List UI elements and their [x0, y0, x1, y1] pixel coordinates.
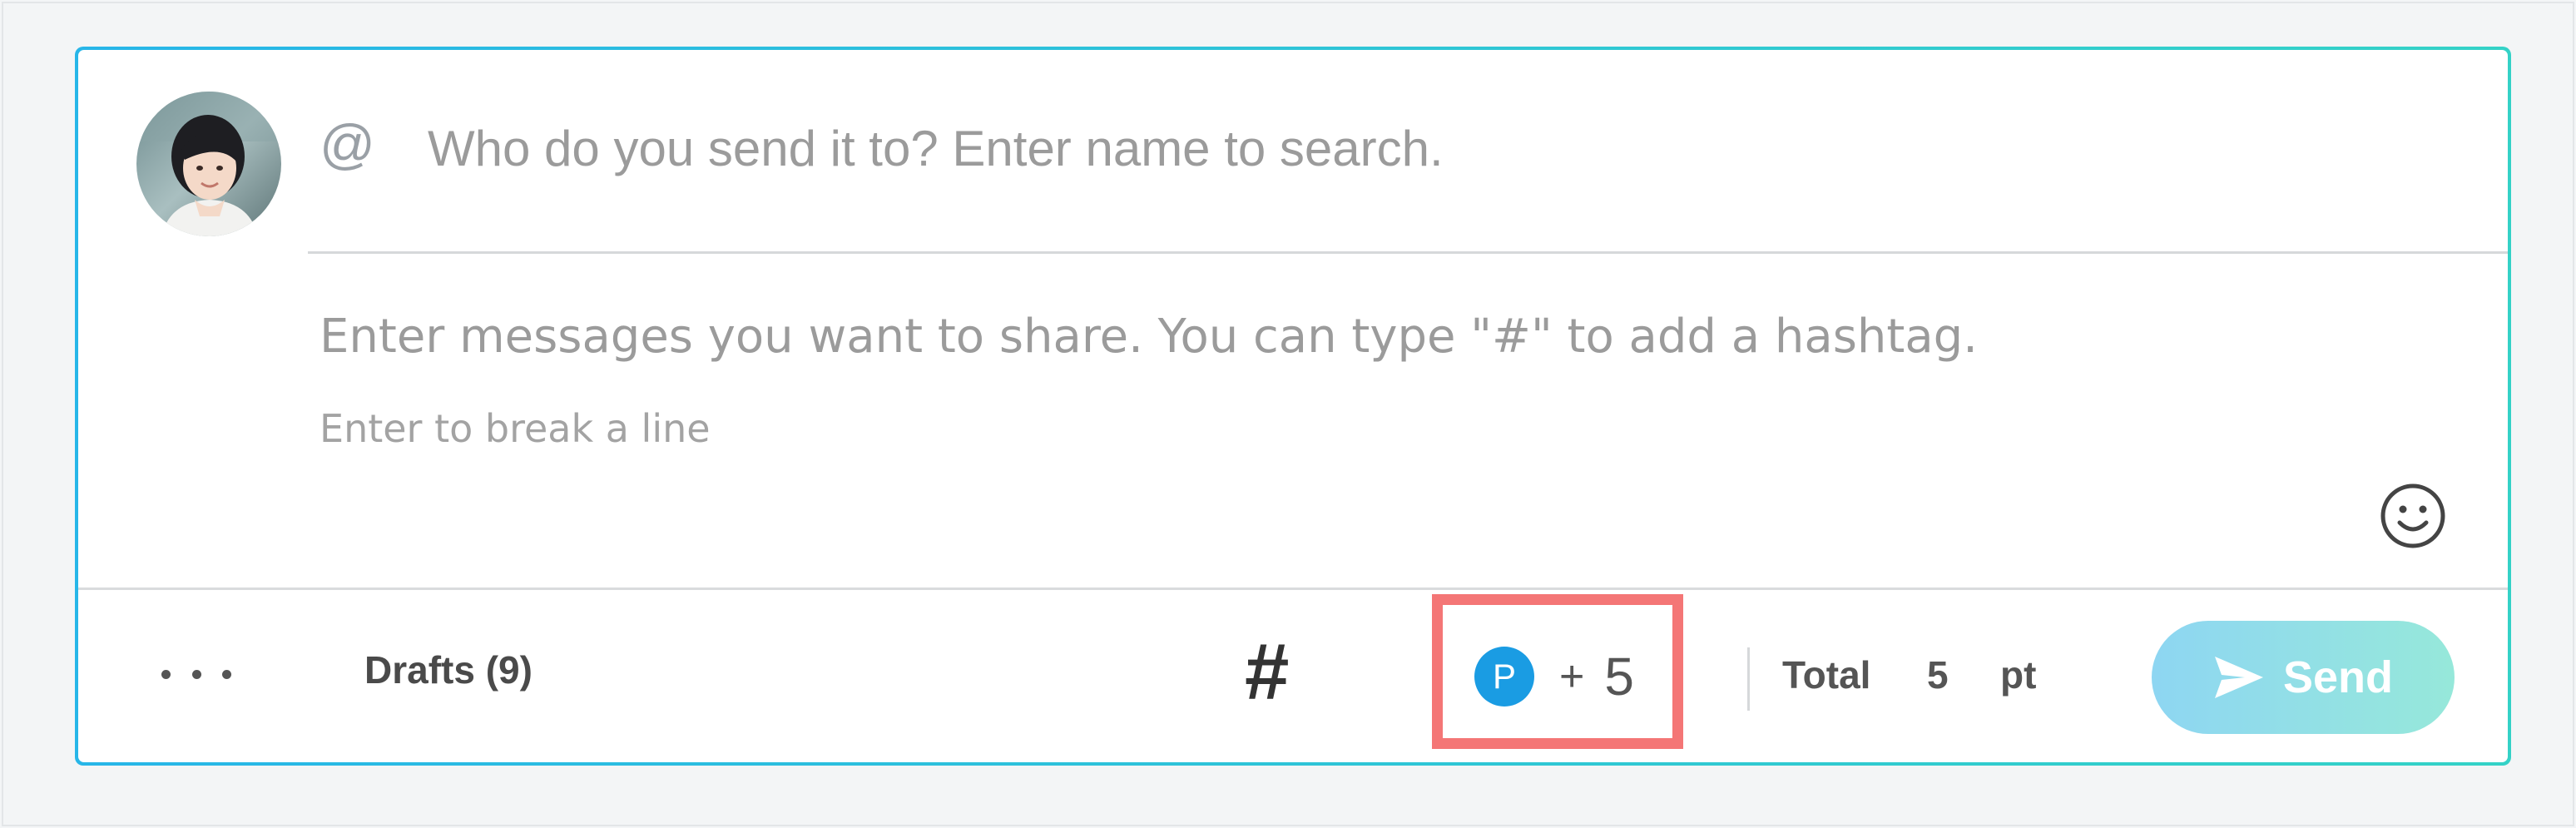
smiley-face-icon	[2380, 483, 2445, 548]
paper-plane-icon	[2214, 657, 2263, 698]
recipient-divider	[308, 251, 2508, 254]
total-label: Total	[1782, 653, 1871, 697]
composer-body: @ Enter to break a line Drafts (9) # P +	[78, 50, 2508, 762]
total-value: 5	[1927, 653, 1949, 697]
hashtag-icon: #	[1245, 627, 1290, 716]
more-dot	[191, 669, 201, 679]
hashtag-button[interactable]: #	[1245, 632, 1289, 712]
send-button[interactable]: Send	[2152, 621, 2455, 734]
at-icon: @	[320, 113, 375, 175]
footer-divider	[78, 588, 2508, 590]
drafts-link[interactable]: Drafts (9)	[364, 647, 533, 692]
total-divider	[1747, 647, 1750, 711]
line-break-hint: Enter to break a line	[320, 406, 711, 451]
post-composer: @ Enter to break a line Drafts (9) # P +	[75, 47, 2511, 766]
more-dot	[222, 669, 231, 679]
more-horizontal-icon	[161, 669, 171, 679]
send-label: Send	[2282, 652, 2394, 702]
more-options-button[interactable]	[161, 657, 231, 691]
recipient-search-input[interactable]	[428, 115, 2341, 181]
total-unit: pt	[2000, 653, 2037, 697]
highlight-box	[1432, 594, 1683, 749]
emoji-button[interactable]	[2378, 481, 2448, 551]
message-input[interactable]	[320, 310, 2400, 376]
user-avatar	[136, 92, 281, 236]
avatar-image	[136, 92, 281, 236]
